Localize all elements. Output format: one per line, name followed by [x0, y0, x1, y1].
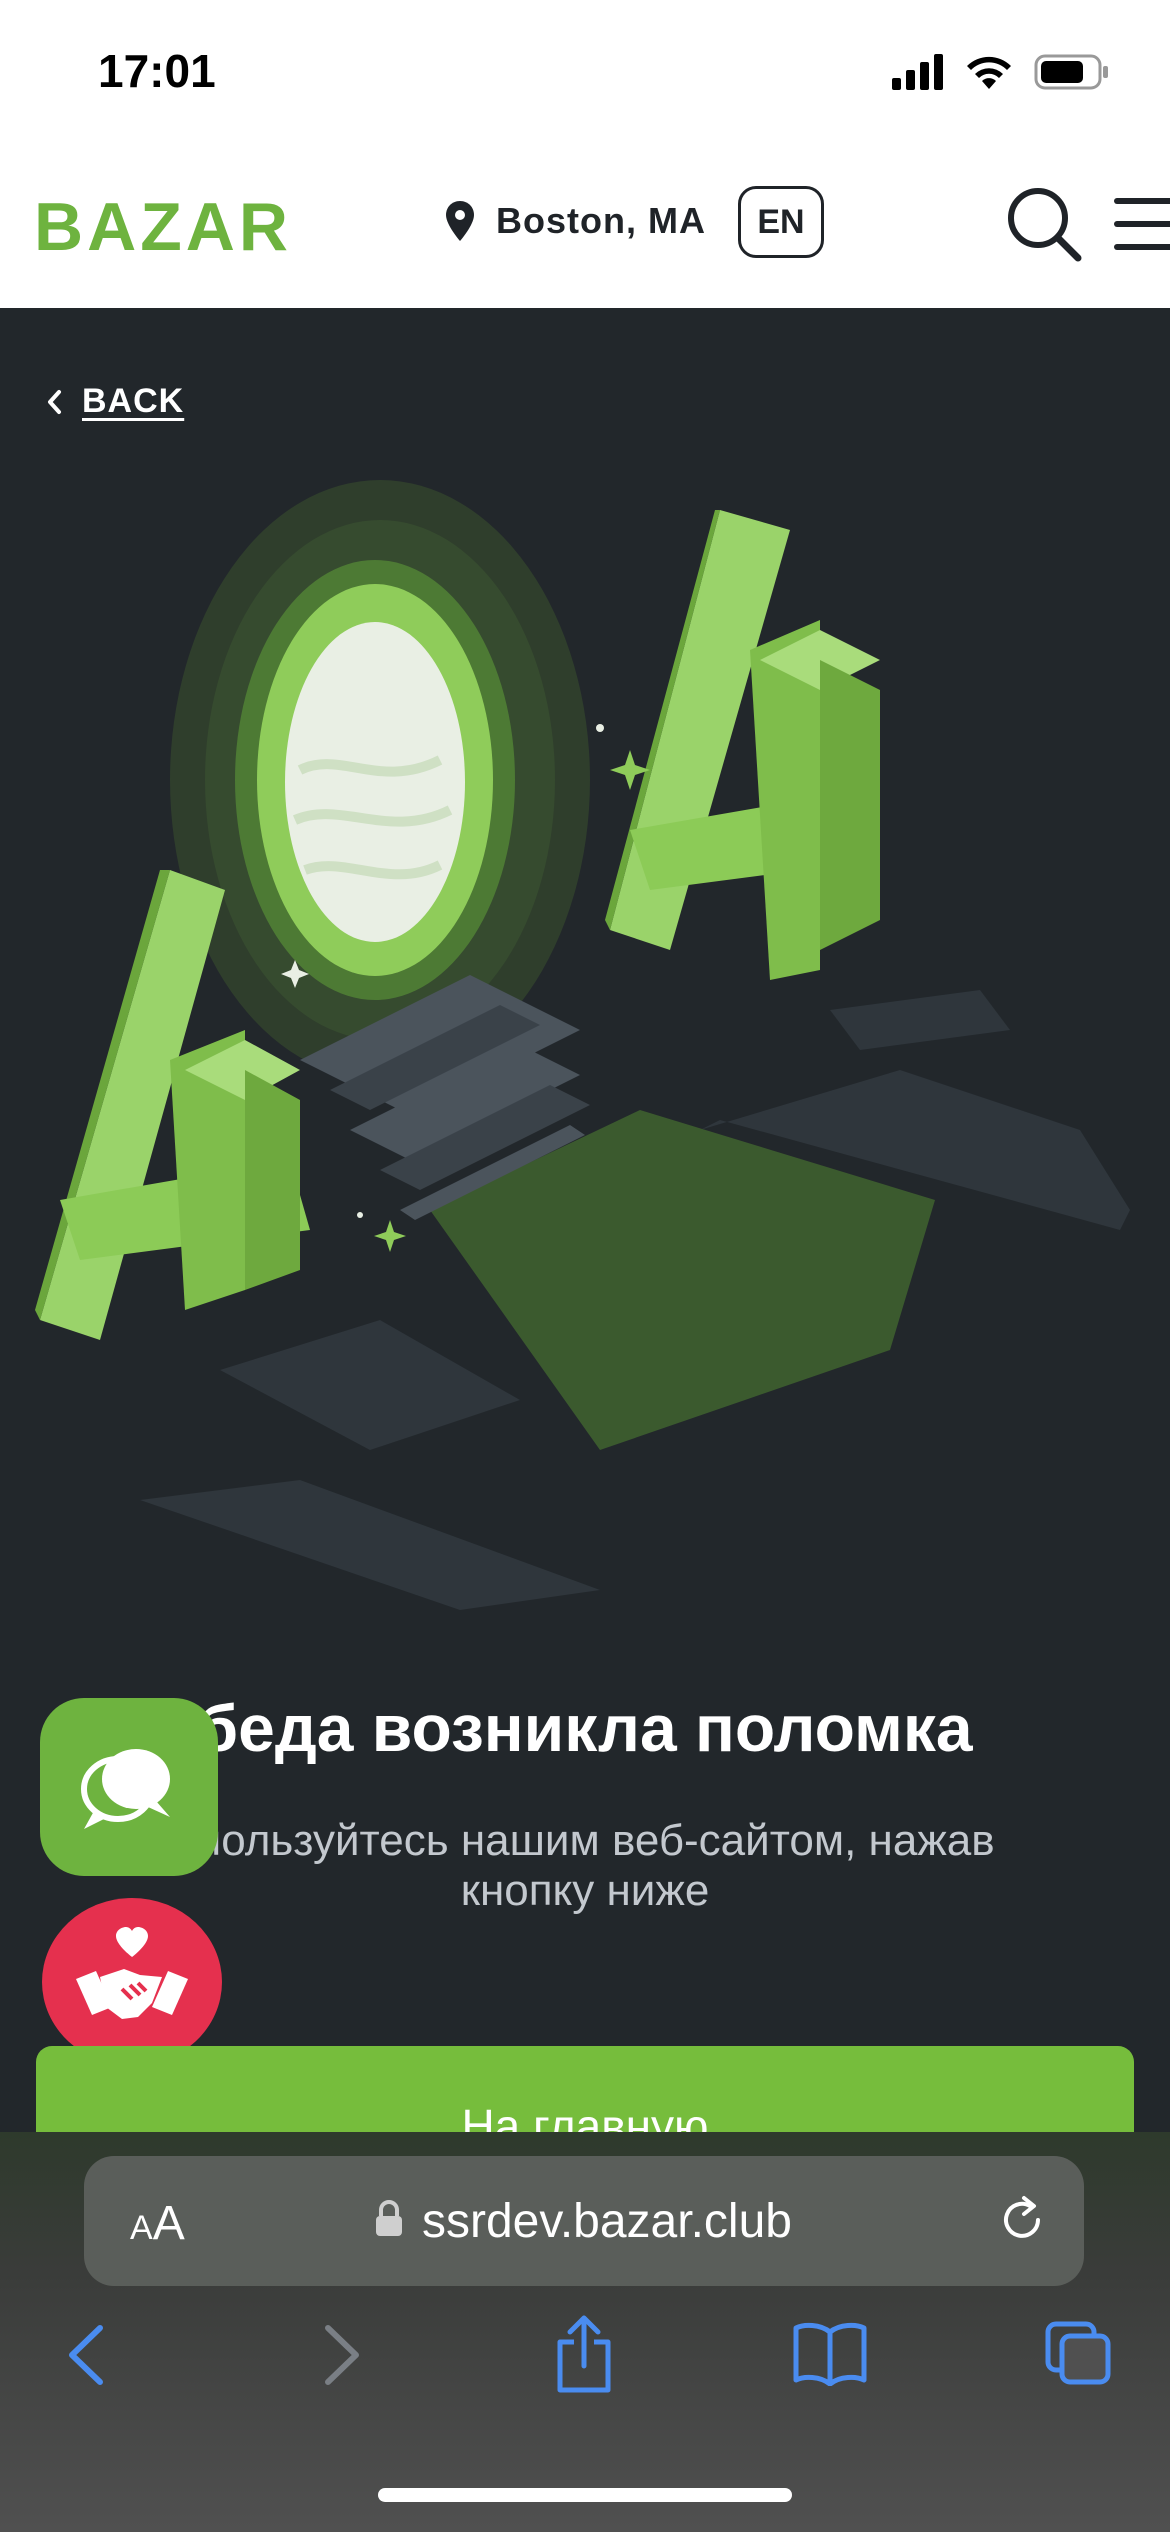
- language-button[interactable]: EN: [738, 186, 824, 258]
- back-link[interactable]: BACK: [44, 382, 184, 421]
- home-indicator: [378, 2488, 792, 2502]
- share-icon[interactable]: [552, 2314, 616, 2394]
- address-bar[interactable]: AA ssrdev.bazar.club: [84, 2156, 1084, 2286]
- chevron-left-icon: [48, 389, 61, 414]
- portal: [170, 480, 590, 1080]
- browser-nav-row: [0, 2315, 1170, 2410]
- tabs-icon[interactable]: [1044, 2320, 1114, 2386]
- browser-back-icon[interactable]: [62, 2320, 112, 2390]
- text-size-small-label: A: [130, 2209, 153, 2247]
- lock-icon: [376, 2200, 402, 2236]
- bookmarks-icon[interactable]: [792, 2320, 868, 2386]
- search-icon[interactable]: [1004, 184, 1084, 264]
- url-text: ssrdev.bazar.club: [422, 2195, 792, 2248]
- browser-forward-icon[interactable]: [316, 2320, 366, 2390]
- status-bar: 17:01: [0, 0, 1170, 150]
- status-time: 17:01: [98, 45, 216, 97]
- status-icons: [892, 52, 1110, 92]
- back-label: BACK: [82, 382, 185, 420]
- text-size-large-label: A: [152, 2197, 185, 2250]
- text-size-button[interactable]: AA: [130, 2196, 185, 2251]
- wifi-icon: [967, 56, 1011, 89]
- chat-fab-button[interactable]: [40, 1698, 218, 1876]
- 404-illustration: [35, 480, 1130, 1610]
- right-digit-four: [605, 510, 880, 980]
- handshake-heart-icon: [76, 1927, 188, 2019]
- charity-fab-button[interactable]: [42, 1898, 222, 2066]
- cellular-signal-icon: [892, 54, 943, 90]
- site-header: BAZAR Boston, MA EN: [0, 150, 1170, 308]
- hamburger-menu-icon[interactable]: [1114, 194, 1170, 254]
- reload-icon[interactable]: [994, 2192, 1050, 2248]
- location-pin-icon: [446, 201, 474, 241]
- battery-icon: [1034, 54, 1108, 90]
- bazar-logo[interactable]: BAZAR: [34, 188, 292, 266]
- chat-bubbles-icon: [81, 1749, 170, 1829]
- location-selector[interactable]: Boston, MA: [446, 200, 706, 242]
- location-text: Boston, MA: [496, 200, 706, 241]
